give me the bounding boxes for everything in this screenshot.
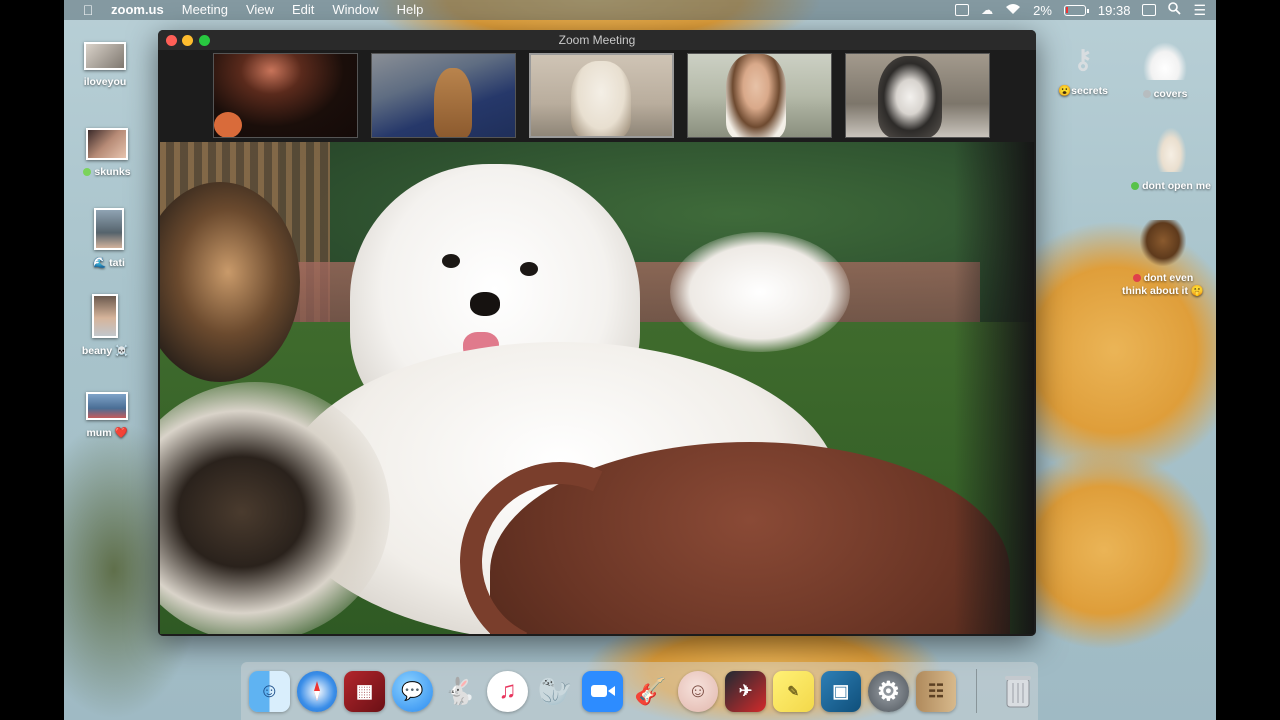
bunny-icon xyxy=(1143,42,1187,80)
creative-cloud-icon[interactable]: ☁ xyxy=(981,3,993,17)
photo-app-icon[interactable]: ✈ xyxy=(725,670,766,712)
participant-thumbnail-strip xyxy=(213,53,990,138)
desktop-icon-label: dont open me xyxy=(1142,180,1211,192)
desktop-icon-label: tati xyxy=(109,257,125,269)
face-app-icon[interactable]: ☺ xyxy=(677,670,719,712)
zoom-icon[interactable] xyxy=(582,670,623,712)
desktop-icon-covers[interactable]: covers xyxy=(1120,42,1210,100)
desktop-icon-skunks[interactable]: skunks xyxy=(62,128,152,178)
dog-eye xyxy=(520,262,538,276)
seal-app-icon[interactable]: 🦭 xyxy=(535,671,576,712)
system-preferences-icon[interactable]: ⚙ xyxy=(868,670,909,712)
desktop-icon-mum[interactable]: mum ❤️ xyxy=(62,392,152,439)
wave-emoji-icon: 🌊 xyxy=(93,257,107,269)
green-tag-icon xyxy=(1131,182,1140,190)
preview-icon[interactable]: ▣ xyxy=(820,670,862,712)
desktop-icon-iloveyou[interactable]: iloveyou xyxy=(60,42,150,88)
messages-icon[interactable]: 💬 xyxy=(391,670,433,712)
app-menu[interactable]: zoom.us xyxy=(102,0,173,20)
participant-video-3[interactable] xyxy=(529,53,674,138)
wifi-icon[interactable] xyxy=(1005,3,1021,18)
menu-meeting[interactable]: Meeting xyxy=(173,0,237,20)
desktop-icon-label-line2: think about it 🤫 xyxy=(1122,285,1204,297)
bunny-sticker-icon xyxy=(1156,128,1186,172)
dog-eye xyxy=(442,254,460,268)
desktop-icon-label: iloveyou xyxy=(83,76,127,88)
surprised-emoji-icon: 😮 xyxy=(1058,85,1072,97)
husky-shape xyxy=(878,56,942,137)
participant-video-5[interactable] xyxy=(845,53,990,138)
desktop-icon-beany[interactable]: beany ☠️ xyxy=(60,294,150,357)
trash-icon[interactable] xyxy=(997,671,1038,712)
screen-icon[interactable] xyxy=(1142,4,1157,16)
window-titlebar[interactable]: Zoom Meeting xyxy=(158,30,1036,50)
dock-separator xyxy=(976,669,978,713)
dock: ☺ ▦ 💬 🐇 ♫ 🦭 🎸 ☺ ✈ ✎ ▣ ⚙ ☷ xyxy=(241,662,1038,720)
menu-view[interactable]: View xyxy=(237,0,283,20)
desktop-icon-tati[interactable]: 🌊 tati xyxy=(64,208,154,269)
hand-shape xyxy=(214,112,242,137)
menu-help[interactable]: Help xyxy=(388,0,433,20)
dog-nose xyxy=(470,292,500,316)
green-tag-icon xyxy=(83,168,92,176)
maltese-tail xyxy=(670,232,850,352)
grey-tag-icon xyxy=(1142,90,1151,98)
stickies-icon[interactable]: ✎ xyxy=(772,670,814,712)
zoom-status-icon[interactable] xyxy=(955,4,970,16)
menu-edit[interactable]: Edit xyxy=(283,0,323,20)
desktop-icon-secrets[interactable]: ⚷ 😮secrets xyxy=(1038,44,1128,97)
garageband-icon[interactable]: 🎸 xyxy=(630,671,671,712)
apple-menu-icon[interactable]:  xyxy=(74,2,102,18)
desktop-icon-dont-open-me[interactable]: dont open me xyxy=(1116,128,1226,192)
lion-icon xyxy=(1140,220,1186,266)
dog-shape xyxy=(571,61,631,136)
person-shape xyxy=(726,54,786,137)
active-speaker-video[interactable] xyxy=(160,142,1034,634)
participant-video-2[interactable] xyxy=(371,53,516,138)
launchpad-icon[interactable]: 🐇 xyxy=(440,671,481,712)
finder-icon[interactable]: ☺ xyxy=(249,670,290,712)
safari-icon[interactable] xyxy=(296,670,338,712)
notification-center-icon[interactable]: ☰ xyxy=(1193,2,1206,19)
desktop-icon-label: skunks xyxy=(94,166,131,178)
desktop-icon-label: secrets xyxy=(1071,85,1108,97)
desktop-icon-dont-even-think[interactable]: dont even think about it 🤫 xyxy=(1108,220,1218,297)
contacts-icon[interactable]: ☷ xyxy=(915,670,957,712)
participant-video-1[interactable] xyxy=(213,53,358,138)
itunes-icon[interactable]: ♫ xyxy=(487,670,528,712)
desktop-icon-label-line1: dont even xyxy=(1143,272,1194,284)
menu-bar:  zoom.us Meeting View Edit Window Help … xyxy=(64,0,1216,20)
shadow-right xyxy=(954,142,1034,634)
desktop-icon-label: beany ☠️ xyxy=(81,345,129,357)
dog-shape xyxy=(434,68,472,137)
desktop-icon-label: covers xyxy=(1153,88,1188,100)
menu-window[interactable]: Window xyxy=(323,0,387,20)
battery-percent[interactable]: 2% xyxy=(1033,3,1052,18)
key-icon: ⚷ xyxy=(1073,44,1093,74)
spotlight-search-icon[interactable] xyxy=(1168,2,1182,18)
battery-icon[interactable] xyxy=(1063,4,1089,16)
photo-booth-icon[interactable]: ▦ xyxy=(344,670,385,712)
desktop-icon-label: mum ❤️ xyxy=(86,427,128,439)
participant-video-4[interactable] xyxy=(687,53,832,138)
zoom-meeting-window: Zoom Meeting xyxy=(158,30,1036,636)
red-tag-icon xyxy=(1132,274,1141,282)
clock[interactable]: 19:38 xyxy=(1098,3,1131,18)
window-title: Zoom Meeting xyxy=(558,33,636,47)
